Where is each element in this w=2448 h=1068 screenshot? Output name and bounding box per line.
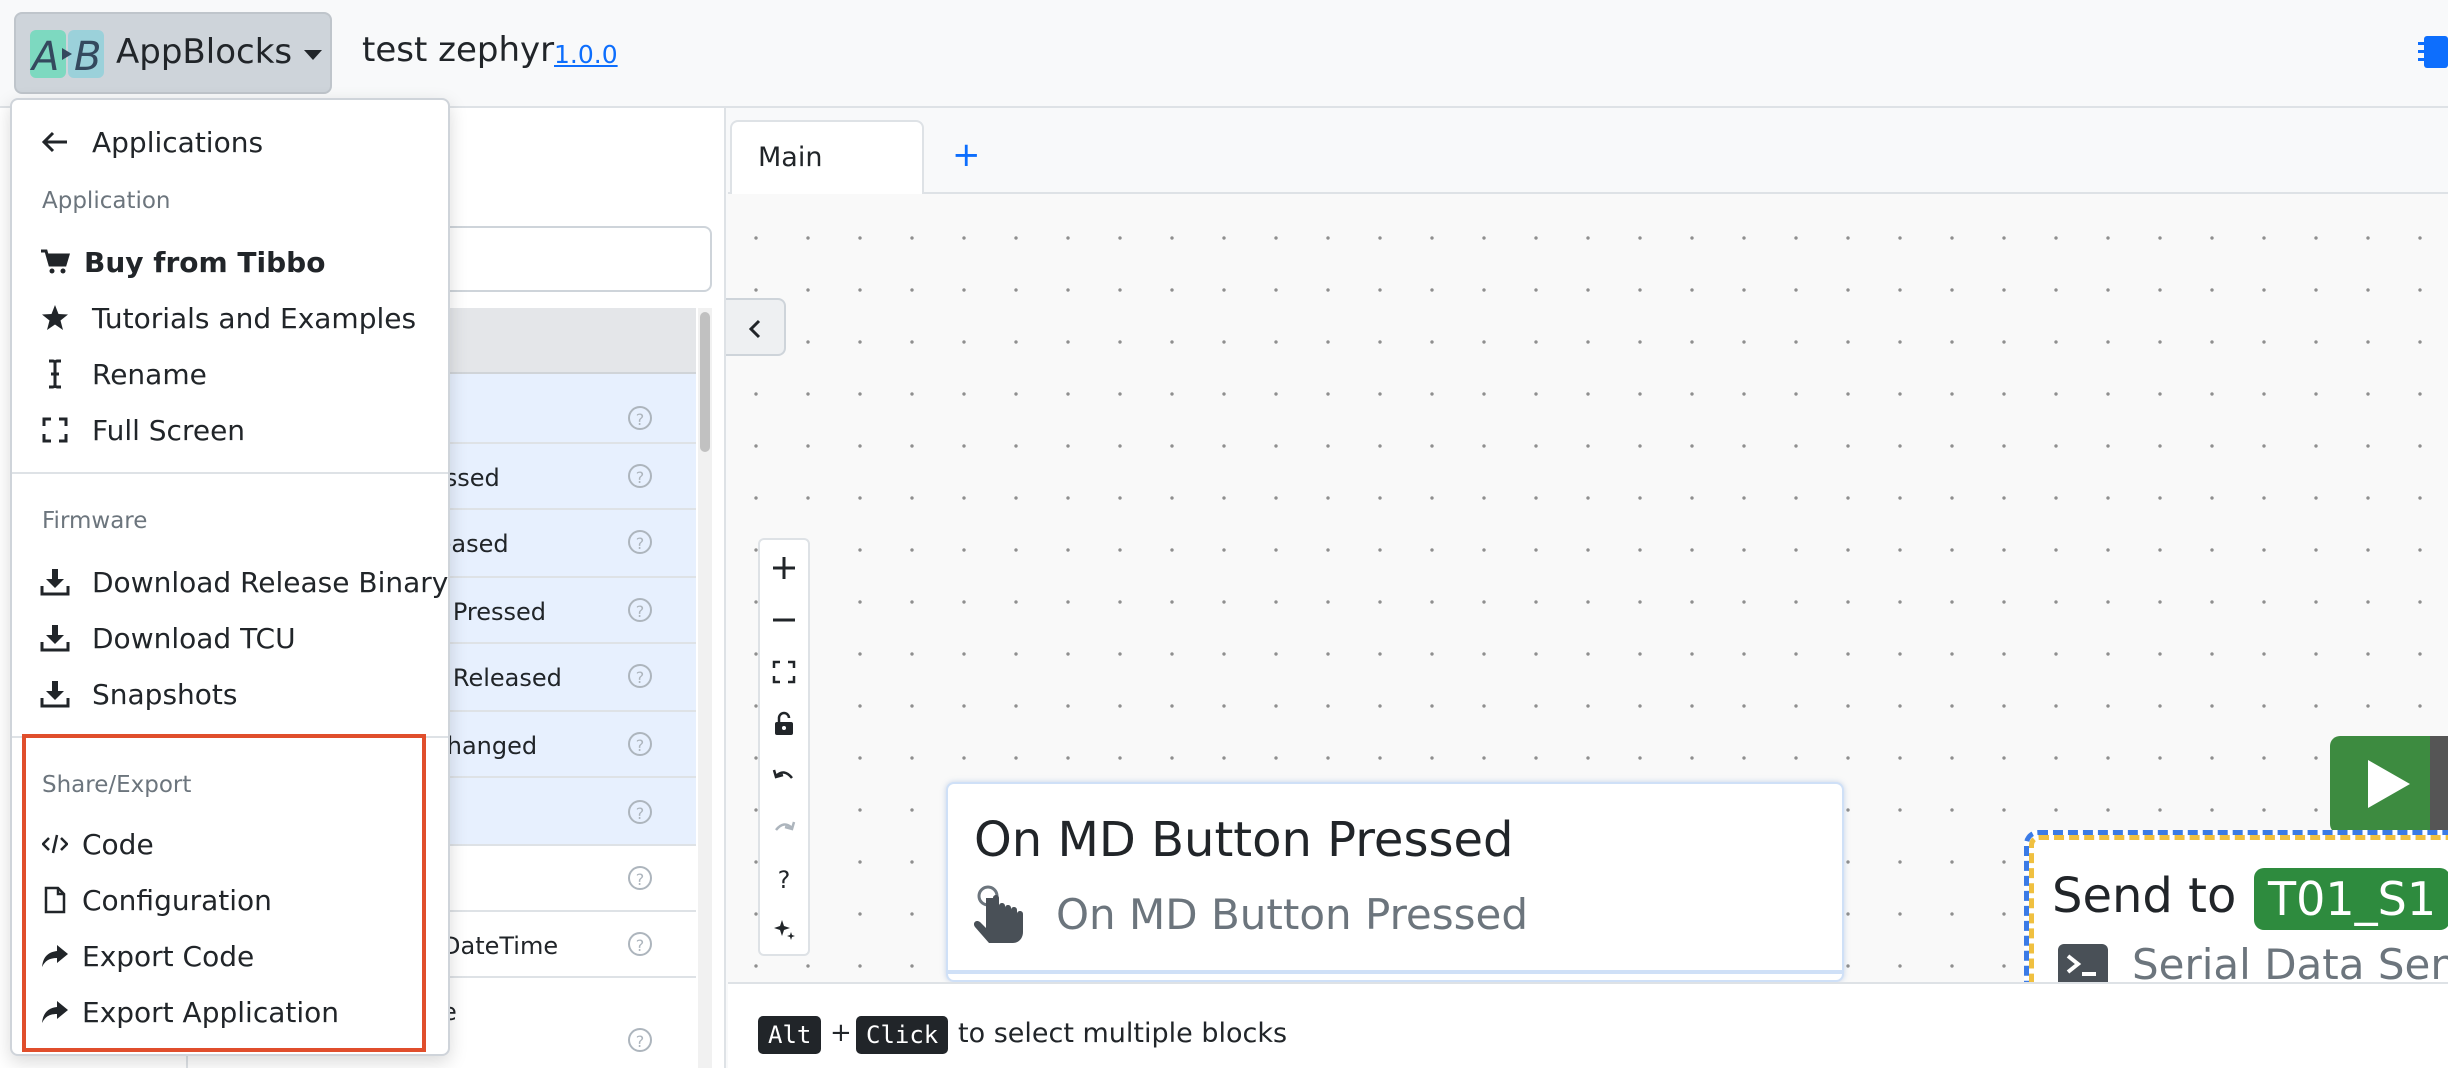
hint-text: to select multiple blocks xyxy=(958,1018,1288,1049)
tabs-bar xyxy=(728,108,2448,194)
block-title: On MD Button Pressed xyxy=(974,812,1514,868)
text-cursor-icon xyxy=(40,359,70,389)
help-icon[interactable]: ? xyxy=(628,1028,652,1052)
arrow-left-icon xyxy=(40,127,70,157)
kbd-click: Click xyxy=(856,1016,949,1054)
menu-item-rename[interactable]: Rename xyxy=(40,352,207,396)
help-icon[interactable]: ? xyxy=(628,932,652,956)
svg-text:B: B xyxy=(74,34,101,80)
section-firmware: Firmware xyxy=(42,508,148,534)
menu-item-applications[interactable]: Applications xyxy=(40,120,263,164)
port-badge[interactable]: T01_S1 xyxy=(2254,868,2448,930)
brand-label: AppBlocks xyxy=(116,32,293,72)
lock-icon[interactable] xyxy=(760,698,808,750)
fit-screen-icon[interactable] xyxy=(760,646,808,698)
hint-plus: + xyxy=(830,1018,852,1048)
zoom-in-icon[interactable] xyxy=(760,542,808,594)
zoom-toolbar: ? xyxy=(758,538,810,956)
collapse-panel-button[interactable] xyxy=(726,298,786,356)
tab-main[interactable]: Main xyxy=(730,120,924,194)
caret-down-icon xyxy=(304,50,322,60)
fullscreen-icon xyxy=(40,415,70,445)
play-icon xyxy=(2368,760,2410,808)
block-divider xyxy=(948,970,1842,974)
undo-icon[interactable] xyxy=(760,750,808,802)
appblocks-logo-icon: A B xyxy=(29,30,104,80)
appblocks-menu-button[interactable]: A B AppBlocks xyxy=(14,12,332,94)
help-icon[interactable]: ? xyxy=(628,598,652,622)
sparkle-icon[interactable] xyxy=(760,904,808,956)
run-button-side xyxy=(2430,736,2448,834)
kbd-alt: Alt xyxy=(758,1016,822,1054)
event-block-card[interactable]: On MD Button Pressed On MD Button Presse… xyxy=(946,782,1844,982)
help-icon[interactable]: ? xyxy=(628,866,652,890)
help-icon[interactable]: ? xyxy=(760,854,808,906)
download-icon xyxy=(40,623,70,653)
help-icon[interactable]: ? xyxy=(628,530,652,554)
zoom-out-icon[interactable] xyxy=(760,594,808,646)
cart-icon xyxy=(40,247,70,277)
help-icon[interactable]: ? xyxy=(628,732,652,756)
section-application: Application xyxy=(42,188,171,214)
redo-icon[interactable] xyxy=(760,802,808,854)
block-subtitle: On MD Button Pressed xyxy=(1056,890,1529,939)
menu-item-snapshots[interactable]: Snapshots xyxy=(40,672,237,716)
add-tab-button[interactable]: + xyxy=(952,138,981,172)
menu-item-download-tcu[interactable]: Download TCU xyxy=(40,616,296,660)
help-icon[interactable]: ? xyxy=(628,406,652,430)
help-icon[interactable]: ? xyxy=(628,464,652,488)
send-block-title: Send to xyxy=(2052,868,2237,924)
download-icon xyxy=(40,567,70,597)
menu-item-tutorials[interactable]: Tutorials and Examples xyxy=(40,296,416,340)
download-icon xyxy=(40,679,70,709)
menu-item-fullscreen[interactable]: Full Screen xyxy=(40,408,245,452)
block-list-scroll-thumb[interactable] xyxy=(700,312,710,452)
menu-item-buy[interactable]: Buy from Tibbo xyxy=(40,240,325,284)
app-version-link[interactable]: 1.0.0 xyxy=(554,40,618,69)
help-icon[interactable]: ? xyxy=(628,664,652,688)
menu-divider xyxy=(12,472,448,474)
svg-text:A: A xyxy=(29,34,59,80)
share-export-highlight xyxy=(22,734,426,1052)
menu-item-download-release[interactable]: Download Release Binary xyxy=(40,560,448,604)
top-bar: A B AppBlocks test zephyr 1.0.0 xyxy=(0,0,2448,108)
chevron-left-icon xyxy=(748,319,761,339)
pointer-hand-icon xyxy=(974,885,1023,943)
app-title: test zephyr xyxy=(362,30,555,70)
star-icon xyxy=(40,303,70,333)
device-chip-icon[interactable] xyxy=(2418,34,2448,70)
help-icon[interactable]: ? xyxy=(628,800,652,824)
